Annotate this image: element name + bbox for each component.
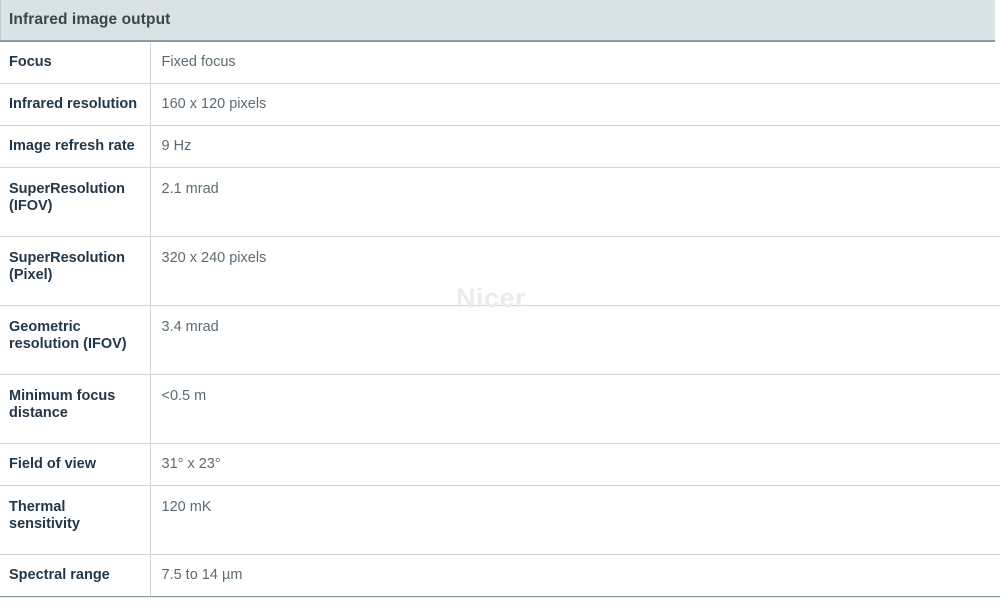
spec-label: Infrared resolution: [0, 83, 151, 126]
spec-label: SuperResolution (Pixel): [0, 236, 151, 306]
table-row: Geometric resolution (IFOV) 3.4 mrad: [0, 305, 1000, 375]
table-row: Image refresh rate 9 Hz: [0, 125, 1000, 168]
table-row: Thermal sensitivity 120 mK: [0, 485, 1000, 555]
spec-value: Fixed focus: [161, 54, 236, 70]
spec-value: 320 x 240 pixels: [161, 250, 267, 266]
spec-value: 160 x 120 pixels: [161, 96, 267, 112]
section-header: Infrared image output: [0, 0, 995, 42]
table-row: Spectral range 7.5 to 14 µm: [0, 554, 1000, 597]
spec-value: 120 mK: [161, 499, 212, 515]
table-row: SuperResolution (Pixel) 320 x 240 pixels: [0, 236, 1000, 306]
section-header-title: Infrared image output: [9, 11, 171, 28]
spec-label: Geometric resolution (IFOV): [0, 305, 151, 375]
table-row: Minimum focus distance <0.5 m: [0, 374, 1000, 444]
spec-label: Thermal sensitivity: [0, 485, 151, 555]
spec-value: <0.5 m: [161, 388, 207, 404]
spec-label: SuperResolution (IFOV): [0, 167, 151, 237]
table-row: Focus Fixed focus: [0, 42, 1000, 84]
bottom-divider: [0, 597, 1000, 598]
spec-label: Image refresh rate: [0, 125, 151, 168]
spec-value: 7.5 to 14 µm: [161, 567, 243, 583]
table-row: Infrared resolution 160 x 120 pixels: [0, 83, 1000, 126]
table-row: Field of view 31° x 23°: [0, 443, 1000, 486]
table-row: SuperResolution (IFOV) 2.1 mrad: [0, 167, 1000, 237]
spec-label: Spectral range: [0, 554, 151, 597]
spec-value: 2.1 mrad: [161, 181, 219, 197]
specification-table-body: Focus Fixed focus Infrared resolution 160 x…: [0, 42, 1000, 597]
infrared-image-output-panel: Infrared image output Focus Fixed focus In…: [0, 0, 1000, 602]
spec-label: Field of view: [0, 443, 151, 486]
spec-value: 9 Hz: [161, 138, 192, 154]
spec-value: 31° x 23°: [161, 456, 221, 472]
specification-table: Focus Fixed focus Infrared resolution 160 x…: [0, 42, 1000, 598]
spec-value: 3.4 mrad: [161, 319, 219, 335]
spec-label: Focus: [0, 42, 151, 84]
spec-label: Minimum focus distance: [0, 374, 151, 444]
